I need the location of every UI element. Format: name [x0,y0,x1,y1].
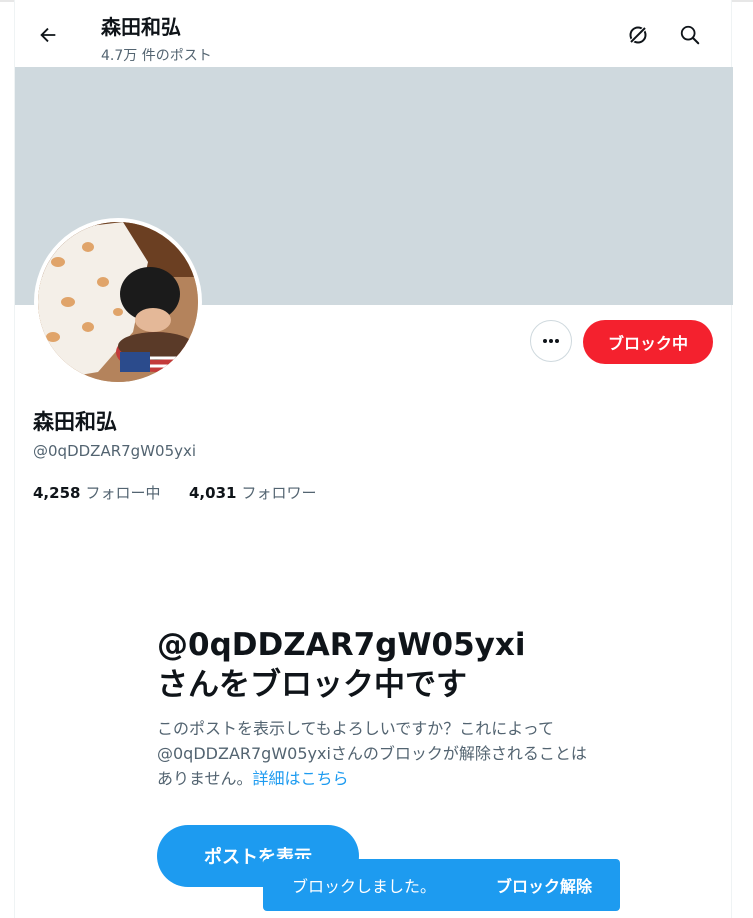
post-count: 4.7万 件のポスト [101,48,212,64]
unblock-button[interactable]: ブロック解除 [496,873,592,897]
header-title: 森田和弘 [101,15,181,39]
more-dots-icon [543,339,559,343]
blocked-description-text: このポストを表示してもよろしいですか？これによって@0qDDZAR7gW05yx… [157,719,587,788]
following-label: フォロー中 [85,484,161,502]
following-count: 4,258 [33,484,81,502]
more-options-button[interactable] [530,320,572,362]
grok-icon [628,25,648,45]
blocked-description: このポストを表示してもよろしいですか？これによって@0qDDZAR7gW05yx… [157,716,597,791]
blocked-title-text: さんをブロック中です [157,667,467,703]
toast-notification: ブロックしました。 ブロック解除 [263,859,620,911]
blocked-title: @0qDDZAR7gW05yxi さんをブロック中です [157,625,617,705]
grok-button[interactable] [621,18,655,52]
avatar[interactable] [34,218,202,386]
profile-page: 森田和弘 4.7万 件のポスト ブロック中 森田和弘 @0qDDZAR7gW05… [14,0,733,918]
profile-header: 森田和弘 4.7万 件のポスト [15,2,733,66]
blocked-title-handle: @0qDDZAR7gW05yxi [157,627,526,663]
back-button[interactable] [31,18,65,52]
learn-more-link[interactable]: 詳細はこちら [253,769,349,788]
search-icon [680,25,700,45]
followers-label: フォロワー [241,484,317,502]
toast-message: ブロックしました。 [292,877,437,896]
search-button[interactable] [673,18,707,52]
arrow-left-icon [40,27,56,43]
followers-link[interactable]: 4,031 フォロワー [189,482,316,503]
avatar-image [38,222,198,382]
blocking-button[interactable]: ブロック中 [583,320,713,364]
profile-name: 森田和弘 [33,410,117,434]
followers-count: 4,031 [189,484,237,502]
following-link[interactable]: 4,258 フォロー中 [33,482,160,503]
profile-handle: @0qDDZAR7gW05yxi [33,442,197,460]
